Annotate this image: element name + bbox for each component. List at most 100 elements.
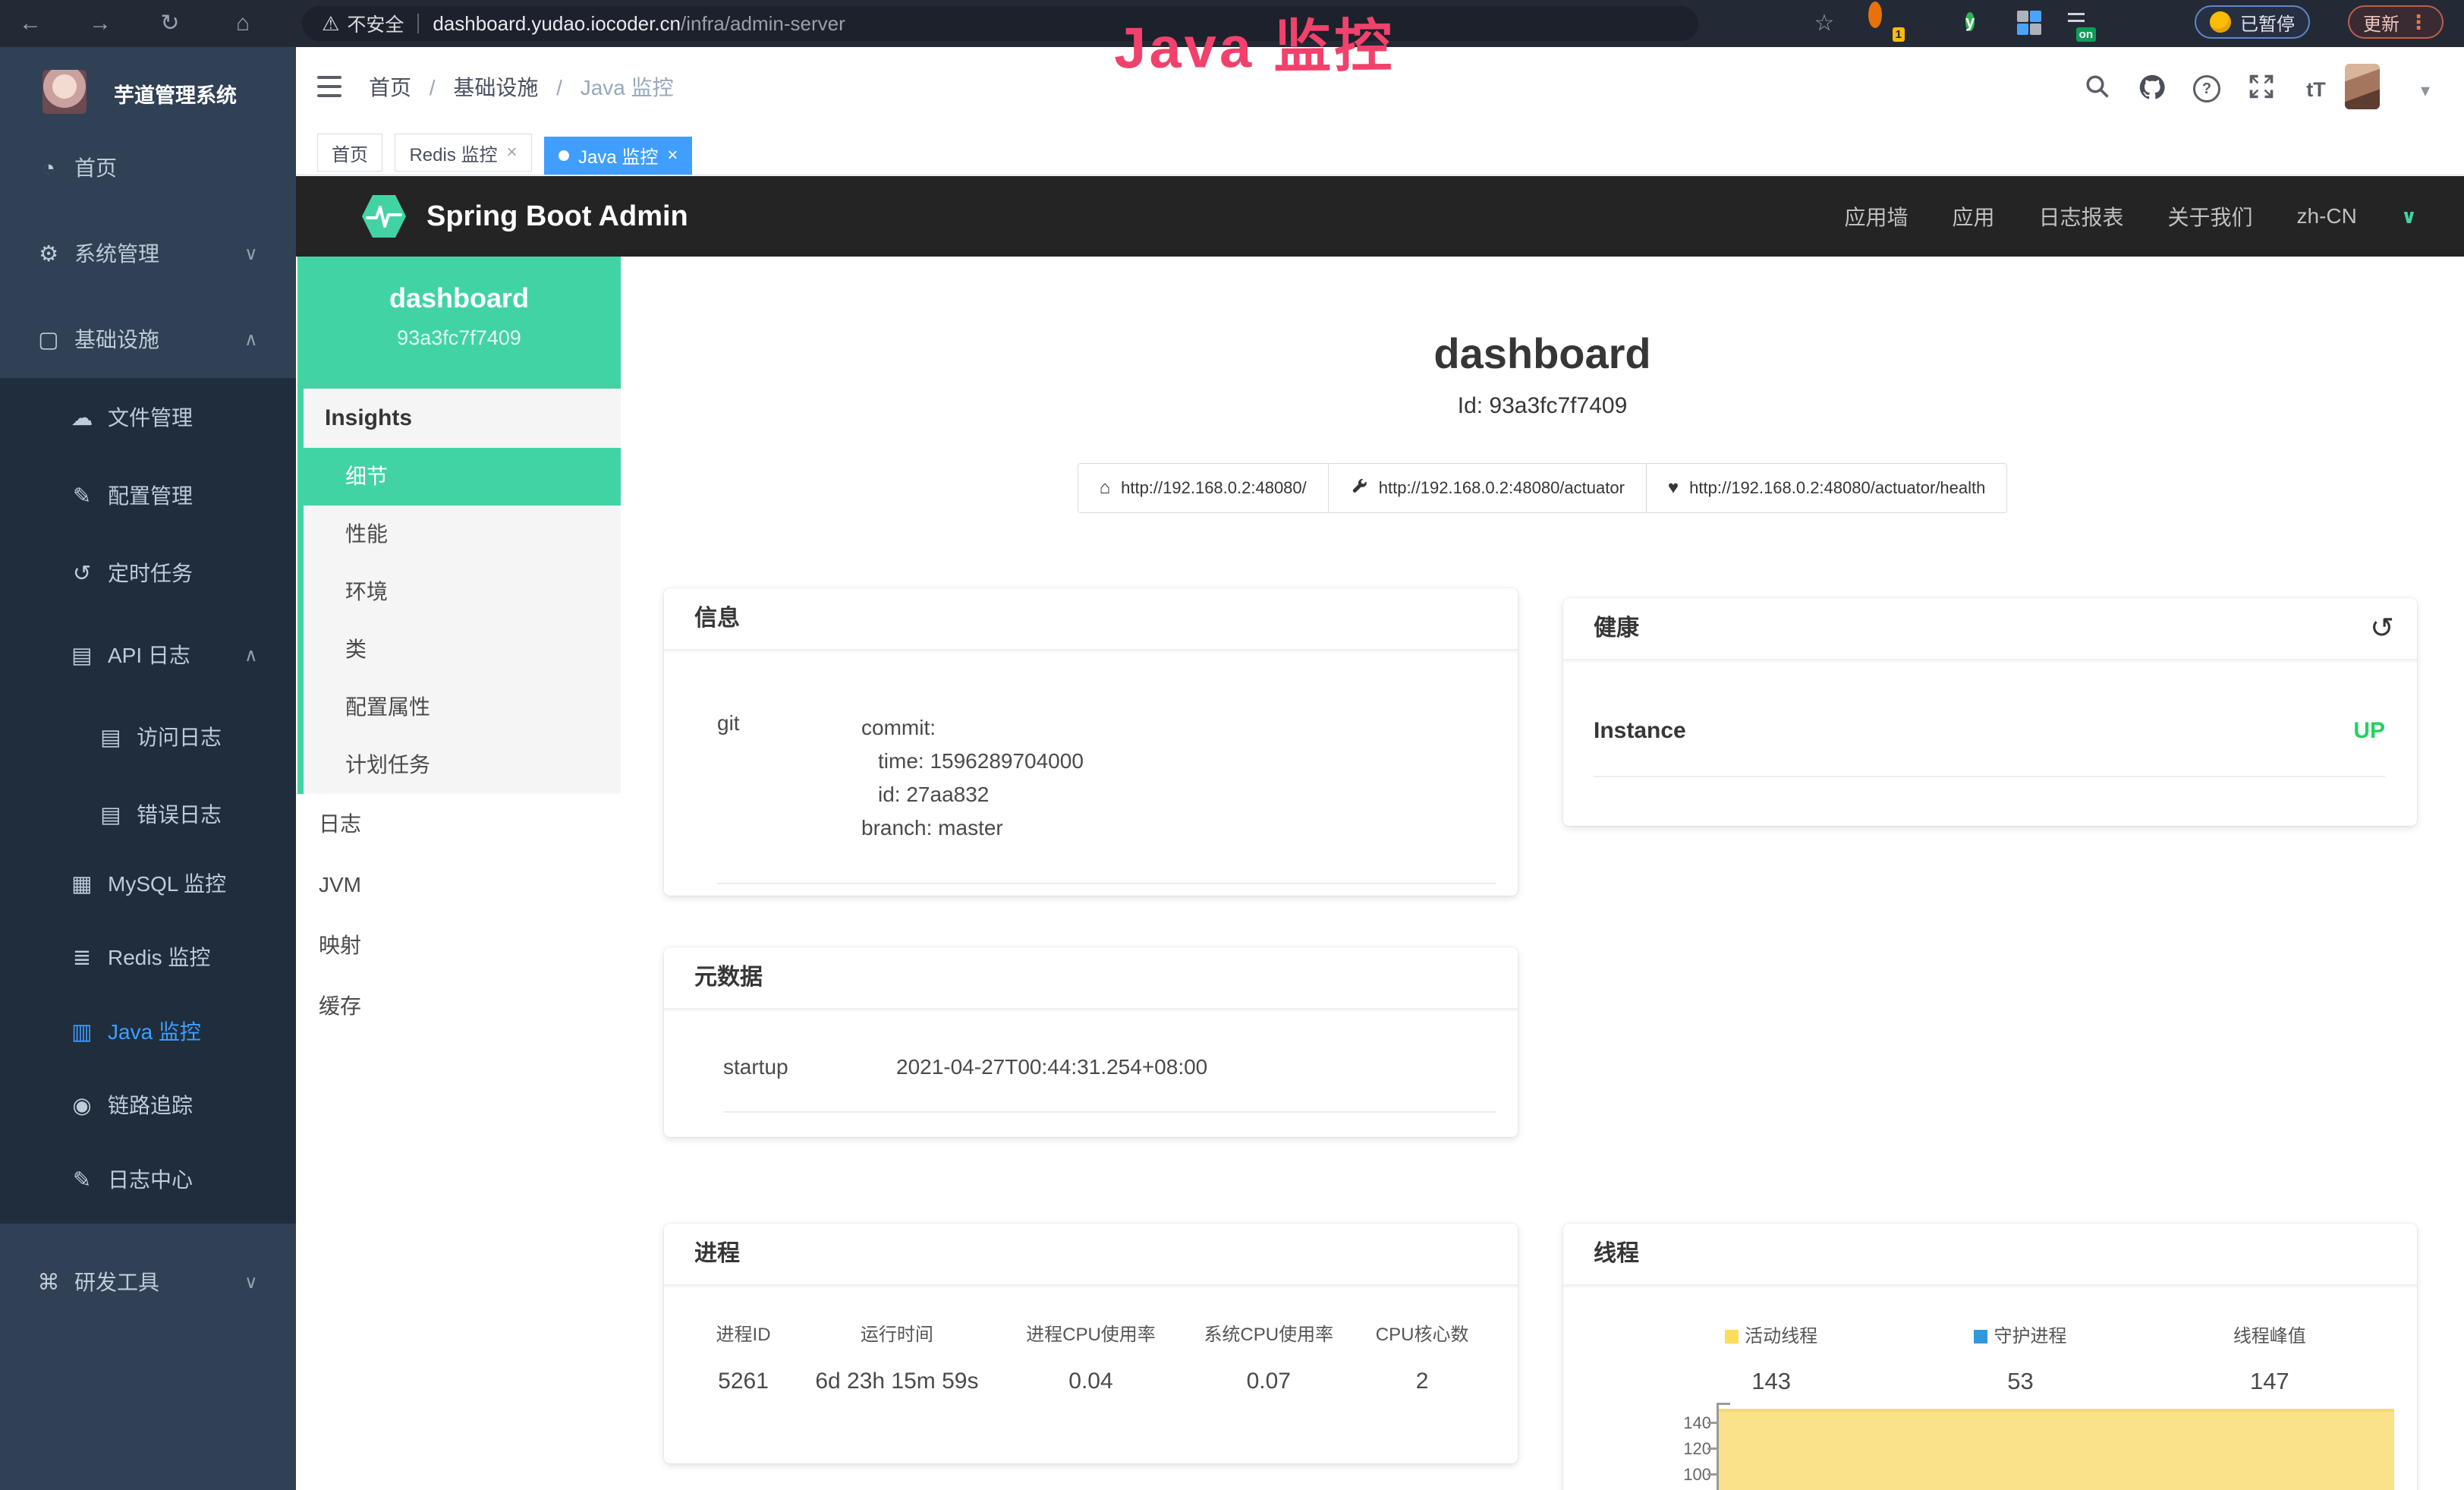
search-icon[interactable] xyxy=(2081,73,2114,106)
menu-item-metrics[interactable]: 性能 xyxy=(304,506,621,563)
breadcrumb-home[interactable]: 首页 xyxy=(369,76,411,99)
sidebar-item-infrastructure[interactable]: ▢ 基础设施 ∧ xyxy=(0,302,296,378)
sba-nav-wallboard[interactable]: 应用墙 xyxy=(1844,201,1908,232)
cloud-upload-icon: ☁ xyxy=(65,380,99,456)
user-avatar[interactable] xyxy=(2345,64,2380,109)
sba-nav-journal[interactable]: 日志报表 xyxy=(2039,201,2124,232)
sidebar-item-label: 日志中心 xyxy=(108,1142,193,1218)
close-icon[interactable]: × xyxy=(506,142,517,163)
sidebar-item-label: 链路追踪 xyxy=(108,1068,193,1144)
tab-home[interactable]: 首页 xyxy=(317,134,382,172)
sidebar-item-api-logs[interactable]: ▤ API 日志 ∧ xyxy=(0,618,296,694)
chevron-up-icon: ∧ xyxy=(244,618,258,694)
sidebar-item-file-mgmt[interactable]: ☁ 文件管理 xyxy=(0,380,296,456)
kebab-menu-icon[interactable]: ⋮ xyxy=(2409,11,2428,34)
sba-nav-applications[interactable]: 应用 xyxy=(1952,201,1994,232)
sidebar-item-java-monitor[interactable]: ▥ Java 监控 xyxy=(0,994,296,1070)
wrench-icon xyxy=(1350,477,1368,500)
url-host: dashboard.yudao.iocoder.cn xyxy=(433,12,681,36)
process-card-title: 进程 xyxy=(664,1224,1518,1286)
sidebar-item-error-logs[interactable]: ▤ 错误日志 xyxy=(0,777,296,853)
service-url-button[interactable]: ⌂ http://192.168.0.2:48080/ xyxy=(1078,463,1329,513)
extension-puzzle-icon[interactable] xyxy=(2157,8,2190,39)
reload-icon[interactable]: ↻ xyxy=(146,0,194,47)
app-logo-row[interactable]: 芋道管理系统 xyxy=(0,58,296,134)
extension-pin-icon[interactable] xyxy=(1918,8,1952,39)
chevron-up-icon: ∧ xyxy=(244,302,258,378)
sidebar-item-log-center[interactable]: ✎ 日志中心 xyxy=(0,1142,296,1218)
sba-nav-about[interactable]: 关于我们 xyxy=(2168,201,2253,232)
toolbox-icon: ⌘ xyxy=(32,1245,65,1321)
top-navbar: 首页 / 基础设施 / Java 监控 ? tT ▾ xyxy=(296,47,2464,129)
daemon-threads-value: 53 xyxy=(1896,1368,2145,1395)
extension-grid-icon[interactable] xyxy=(2012,8,2046,39)
back-icon[interactable]: ← xyxy=(6,0,55,47)
y-letter-icon: y xyxy=(1965,12,1975,31)
sidebar-item-label: MySQL 监控 xyxy=(108,846,226,922)
sidebar-item-label: API 日志 xyxy=(108,618,190,694)
menu-item-jvm[interactable]: JVM xyxy=(297,855,621,915)
avatar-caret-icon[interactable]: ▾ xyxy=(2421,47,2430,129)
menu-item-classes[interactable]: 类 xyxy=(304,621,621,679)
sidebar-item-config-mgmt[interactable]: ✎ 配置管理 xyxy=(0,458,296,534)
spring-boot-admin-logo-icon xyxy=(360,192,408,244)
sidebar-item-redis-monitor[interactable]: ≣ Redis 监控 xyxy=(0,920,296,996)
sidebar-item-scheduled-tasks[interactable]: ↺ 定时任务 xyxy=(0,536,296,612)
extension-colorzilla-icon[interactable]: 1 xyxy=(1868,8,1902,39)
menu-item-details[interactable]: 细节 xyxy=(297,448,621,506)
sidebar-item-home[interactable]: ◔ 首页 xyxy=(0,131,296,206)
instance-header[interactable]: dashboard 93a3fc7f7409 xyxy=(297,257,621,389)
sba-locale-select[interactable]: zh-CN xyxy=(2297,204,2357,228)
breadcrumb-separator: / xyxy=(556,76,562,99)
health-url-button[interactable]: ♥ http://192.168.0.2:48080/actuator/heal… xyxy=(1646,463,2007,513)
extension-tampermonkey-icon[interactable]: on xyxy=(2060,8,2093,39)
sidebar-item-access-logs[interactable]: ▤ 访问日志 xyxy=(0,700,296,776)
address-bar[interactable]: ⚠ 不安全 dashboard.yudao.iocoder.cn/infra/a… xyxy=(302,6,1698,41)
col-cpu-cores: CPU核心数 xyxy=(1349,1319,1495,1346)
menu-item-mappings[interactable]: 映射 xyxy=(297,915,621,976)
sidebar-item-system-mgmt[interactable]: ⚙ 系统管理 ∨ xyxy=(0,216,296,292)
dashboard-icon: ◔ xyxy=(32,131,65,206)
update-button[interactable]: 更新 ⋮ xyxy=(2348,5,2444,39)
sidebar-item-dev-tools[interactable]: ⌘ 研发工具 ∨ xyxy=(0,1245,296,1321)
colorzilla-ring-icon xyxy=(1868,2,1882,28)
table-icon: ▦ xyxy=(65,846,99,922)
health-instance-row: Instance UP xyxy=(1594,660,2385,777)
git-time-line: time: 1596289704000 xyxy=(861,745,1084,778)
extension-y-icon[interactable]: y xyxy=(1965,8,1999,39)
ytick-100: 100 xyxy=(1639,1465,1711,1485)
menu-item-logs[interactable]: 日志 xyxy=(297,794,621,855)
locale-caret-icon[interactable]: ∨ xyxy=(2401,205,2417,228)
menu-item-environment[interactable]: 环境 xyxy=(304,563,621,621)
home-icon[interactable]: ⌂ xyxy=(219,0,267,47)
menu-item-caches[interactable]: 缓存 xyxy=(297,976,621,1037)
menu-item-config-props[interactable]: 配置属性 xyxy=(304,679,621,736)
breadcrumb-infrastructure[interactable]: 基础设施 xyxy=(453,76,538,99)
app-title: 芋道管理系统 xyxy=(114,58,237,134)
sidebar-item-label: 访问日志 xyxy=(137,700,222,776)
history-icon[interactable]: ↺ xyxy=(2370,598,2394,659)
github-icon[interactable] xyxy=(2135,73,2169,106)
menu-item-scheduled-tasks[interactable]: 计划任务 xyxy=(304,736,621,794)
tab-redis-monitor[interactable]: Redis 监控 × xyxy=(395,134,531,172)
paused-pill[interactable]: 已暂停 xyxy=(2195,5,2310,39)
font-size-icon[interactable]: tT xyxy=(2299,73,2333,106)
bookmark-star-icon[interactable]: ☆ xyxy=(1800,0,1849,47)
sidebar-item-mysql-monitor[interactable]: ▦ MySQL 监控 xyxy=(0,846,296,922)
paused-label: 已暂停 xyxy=(2240,9,2295,36)
extension-sprout-icon[interactable] xyxy=(2110,8,2143,39)
sidebar-item-label: 配置管理 xyxy=(108,458,193,534)
actuator-url-button[interactable]: http://192.168.0.2:48080/actuator xyxy=(1328,463,1647,513)
monitor-icon: ▥ xyxy=(65,994,99,1070)
close-icon[interactable]: × xyxy=(667,145,678,166)
app-sidebar: 芋道管理系统 ◔ 首页 ⚙ 系统管理 ∨ ▢ 基础设施 ∧ ☁ 文件管理 ✎ 配… xyxy=(0,47,296,1490)
home-icon: ⌂ xyxy=(1100,477,1111,499)
legend-daemon-threads: 守护进程 xyxy=(1896,1321,2145,1347)
tab-java-monitor[interactable]: Java 监控 × xyxy=(544,137,692,175)
forward-icon[interactable]: → xyxy=(76,0,124,47)
hamburger-icon[interactable] xyxy=(317,76,343,100)
sidebar-item-tracing[interactable]: ◉ 链路追踪 xyxy=(0,1068,296,1144)
health-row-label: Instance xyxy=(1594,718,1686,744)
fullscreen-icon[interactable] xyxy=(2245,73,2278,106)
help-icon[interactable]: ? xyxy=(2190,73,2223,106)
